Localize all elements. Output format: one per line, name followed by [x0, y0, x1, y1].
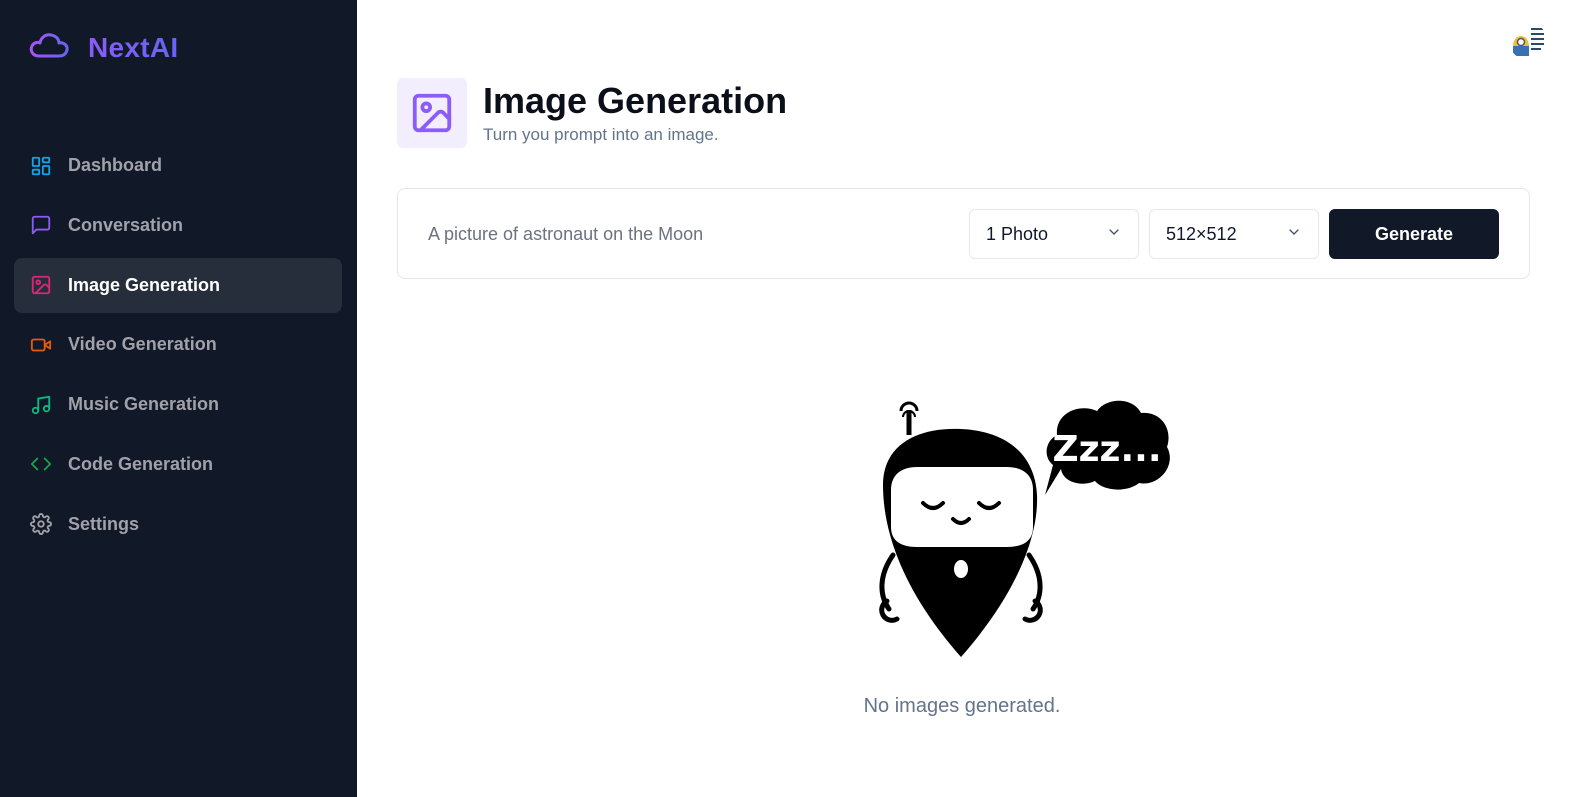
page-header: Image Generation Turn you prompt into an…: [397, 78, 787, 148]
gear-icon: [30, 513, 52, 536]
image-icon: [397, 78, 467, 148]
empty-state-message: No images generated.: [863, 695, 1061, 717]
sleeping-robot-illustration: Zzz...: [879, 400, 1170, 657]
chevron-down-icon: [1286, 224, 1302, 245]
dashboard-icon: [30, 155, 52, 177]
resolution-select[interactable]: 512×512: [1149, 209, 1319, 259]
code-icon: [30, 453, 52, 475]
empty-state-illustration: Zzz...: [857, 395, 1177, 670]
sidebar-item-label: Image Generation: [68, 274, 221, 295]
sidebar-item-image-generation[interactable]: Image Generation: [14, 257, 342, 313]
sidebar-nav: Dashboard Conversation Image Generation: [14, 138, 342, 557]
amount-select[interactable]: 1 Photo: [969, 209, 1139, 259]
sidebar-item-settings[interactable]: Settings: [14, 497, 342, 552]
message-square-icon: [30, 214, 52, 236]
sidebar-item-label: Music Generation: [68, 394, 220, 415]
music-icon: [30, 394, 52, 416]
resolution-select-value: 512×512: [1166, 223, 1237, 244]
sidebar-item-conversation[interactable]: Conversation: [14, 198, 342, 253]
sidebar-item-label: Dashboard: [68, 155, 163, 175]
sidebar-item-label: Video Generation: [68, 334, 217, 355]
sidebar-item-label: Conversation: [68, 214, 184, 235]
sidebar-item-label: Settings: [68, 513, 140, 534]
avatar[interactable]: [1509, 22, 1547, 60]
bubble-text: Zzz...: [1052, 429, 1161, 470]
logo[interactable]: NextAI: [28, 30, 179, 65]
image-icon: [30, 274, 52, 296]
page-subtitle: Turn you prompt into an image.: [483, 125, 719, 144]
main-content: Image Generation Turn you prompt into an…: [357, 0, 1577, 797]
generate-button[interactable]: Generate: [1329, 209, 1499, 259]
app-name: NextAI: [88, 31, 179, 63]
video-icon: [30, 334, 52, 356]
amount-select-value: 1 Photo: [986, 223, 1049, 244]
sidebar-item-music-generation[interactable]: Music Generation: [14, 377, 342, 432]
user-avatar-image: [1509, 22, 1547, 60]
chevron-down-icon: [1106, 224, 1122, 245]
generation-form: 1 Photo 512×512 Generate: [397, 188, 1530, 279]
cloud-icon: [28, 30, 70, 65]
sidebar: NextAI Dashboard Conversation Image Gene…: [0, 0, 357, 797]
sidebar-item-code-generation[interactable]: Code Generation: [14, 437, 342, 492]
prompt-input[interactable]: [428, 211, 958, 257]
sidebar-item-dashboard[interactable]: Dashboard: [14, 138, 342, 193]
page-title: Image Generation: [483, 80, 788, 121]
sidebar-item-label: Code Generation: [68, 453, 214, 474]
sidebar-item-video-generation[interactable]: Video Generation: [14, 317, 342, 372]
